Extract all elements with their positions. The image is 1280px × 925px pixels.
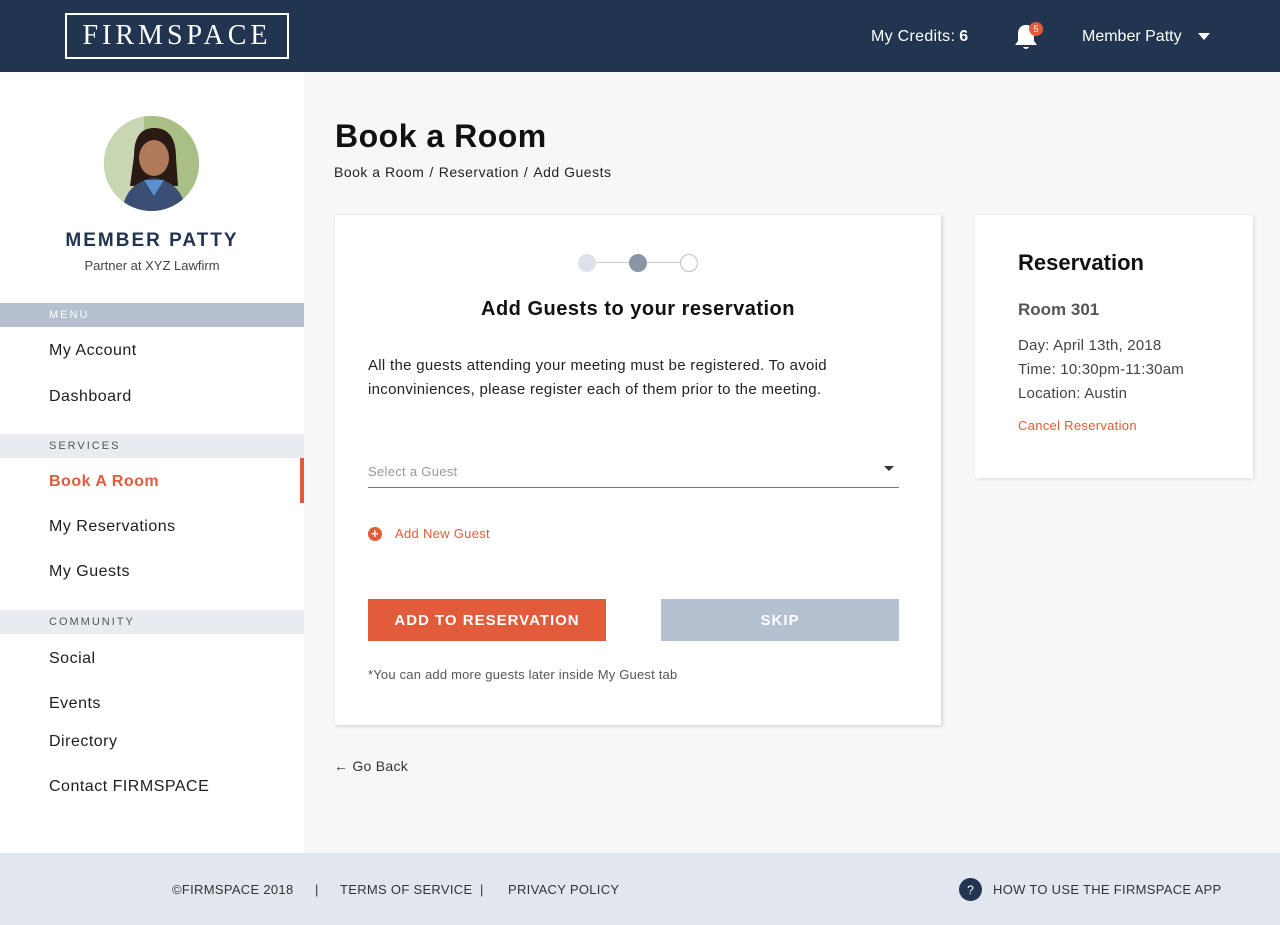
how-to-use-link[interactable]: HOW TO USE THE FIRMSPACE APP <box>993 882 1221 897</box>
sidebar-item-directory[interactable]: Directory <box>49 733 118 751</box>
add-guests-card: Add Guests to your reservation All the g… <box>335 215 941 725</box>
reservation-room: Room 301 <box>1018 300 1100 319</box>
step-connector <box>596 262 629 263</box>
notifications-button[interactable]: 5 <box>1011 22 1043 54</box>
top-navbar: FIRMSPACE My Credits: 6 5 Member Patty <box>0 0 1280 72</box>
go-back-label: Go Back <box>352 758 409 774</box>
step-1-dot <box>578 254 596 272</box>
sidebar-item-social[interactable]: Social <box>49 650 96 668</box>
card-description: All the guests attending your meeting mu… <box>368 357 827 398</box>
cancel-reservation-link[interactable]: Cancel Reservation <box>1018 418 1137 433</box>
terms-of-service-link[interactable]: TERMS OF SERVICE <box>340 882 472 897</box>
step-connector <box>647 262 681 263</box>
breadcrumb-separator: / <box>523 164 529 180</box>
add-new-guest-link[interactable]: + Add New Guest <box>368 526 490 541</box>
add-new-guest-label: Add New Guest <box>395 526 490 541</box>
footer-copyright: ©FIRMSPACE 2018 <box>172 882 294 897</box>
step-2-dot <box>629 254 647 272</box>
credits-value: 6 <box>959 28 969 45</box>
breadcrumb-item-add-guests: Add Guests <box>533 164 612 180</box>
footer-separator: | <box>480 882 484 897</box>
reservation-day: Day: April 13th, 2018 <box>1018 337 1162 354</box>
sidebar-item-dashboard[interactable]: Dashboard <box>49 388 132 406</box>
profile-role: Partner at XYZ Lawfirm <box>84 258 220 273</box>
privacy-policy-link[interactable]: PRIVACY POLICY <box>508 882 619 897</box>
sidebar-item-book-a-room[interactable]: Book A Room <box>49 473 159 491</box>
credits-label: My Credits: <box>871 28 956 45</box>
sidebar-item-my-account[interactable]: My Account <box>49 342 137 360</box>
active-item-indicator <box>300 458 304 503</box>
guest-select[interactable]: Select a Guest <box>368 455 899 488</box>
guest-select-placeholder: Select a Guest <box>368 464 458 479</box>
sidebar-item-my-guests[interactable]: My Guests <box>49 563 130 581</box>
chevron-down-icon <box>884 466 894 471</box>
section-label-community: COMMUNITY <box>0 610 304 634</box>
breadcrumb-item-book-a-room[interactable]: Book a Room <box>334 164 424 180</box>
profile-name: MEMBER PATTY <box>65 230 239 251</box>
add-to-reservation-button[interactable]: ADD TO RESERVATION <box>368 599 606 641</box>
arrow-left-icon: ← <box>334 758 349 774</box>
step-3-dot <box>680 254 698 272</box>
page-title: Book a Room <box>335 118 547 154</box>
go-back-link[interactable]: ← Go Back <box>334 758 408 774</box>
footer-separator: | <box>315 882 319 897</box>
breadcrumb: Book a Room / Reservation / Add Guests <box>334 164 611 180</box>
card-title: Add Guests to your reservation <box>481 298 795 320</box>
notification-badge: 5 <box>1029 22 1043 36</box>
help-circle-icon[interactable]: ? <box>959 878 982 901</box>
reservation-location: Location: Austin <box>1018 385 1128 402</box>
profile-photo <box>104 116 199 211</box>
section-label-menu: MENU <box>0 303 304 327</box>
user-menu-dropdown[interactable]: Member Patty <box>1082 28 1210 46</box>
avatar <box>104 116 199 211</box>
firmspace-logo[interactable]: FIRMSPACE <box>65 13 289 59</box>
sidebar-item-my-reservations[interactable]: My Reservations <box>49 518 176 536</box>
breadcrumb-separator: / <box>429 164 434 180</box>
plus-circle-icon: + <box>368 526 382 541</box>
sidebar-item-events[interactable]: Events <box>49 695 101 713</box>
reservation-summary-card: Reservation Room 301 Day: April 13th, 20… <box>975 215 1253 478</box>
section-label-services: SERVICES <box>0 434 304 458</box>
sidebar: MEMBER PATTY Partner at XYZ Lawfirm MENU… <box>0 72 304 853</box>
reservation-title: Reservation <box>1018 250 1144 275</box>
footer: ©FIRMSPACE 2018 | TERMS OF SERVICE | PRI… <box>0 853 1280 925</box>
step-indicator <box>578 253 700 273</box>
user-menu-name: Member Patty <box>1082 28 1182 45</box>
chevron-down-icon <box>1197 32 1210 40</box>
card-note: *You can add more guests later inside My… <box>368 667 678 682</box>
skip-button[interactable]: SKIP <box>661 599 899 641</box>
credits-display: My Credits: 6 <box>871 28 968 46</box>
breadcrumb-item-reservation[interactable]: Reservation <box>439 164 519 180</box>
reservation-time: Time: 10:30pm-11:30am <box>1018 361 1184 378</box>
sidebar-item-contact[interactable]: Contact FIRMSPACE <box>49 778 209 796</box>
